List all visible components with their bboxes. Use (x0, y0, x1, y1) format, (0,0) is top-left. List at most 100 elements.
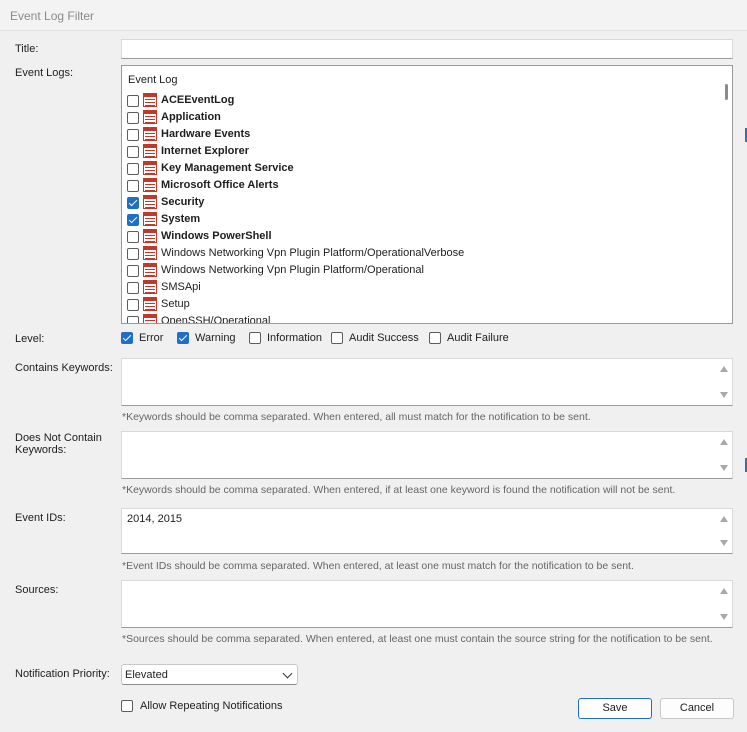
event-log-icon (143, 110, 157, 124)
event-log-icon (143, 263, 157, 277)
level-label-text: Warning (195, 332, 236, 344)
event-log-name: OpenSSH/Operational (161, 315, 271, 324)
event-log-list[interactable]: Event Log ACEEventLog Application Hardware… (121, 65, 733, 324)
contains-keywords-hint: *Keywords should be comma separated. Whe… (122, 411, 591, 423)
event-log-checkbox[interactable] (127, 95, 139, 107)
title-input[interactable] (121, 39, 733, 59)
event-log-name: System (161, 213, 201, 225)
allow-repeating-label: Allow Repeating Notifications (140, 700, 283, 712)
event-log-item[interactable]: Key Management Service (127, 160, 712, 177)
event-log-checkbox[interactable] (127, 282, 139, 294)
event-log-name: Windows PowerShell (161, 230, 272, 242)
event-log-item[interactable]: System (127, 211, 712, 228)
event-log-item[interactable]: OpenSSH/Operational (127, 313, 712, 324)
level-label-text: Audit Success (349, 332, 419, 344)
event-log-checkbox[interactable] (127, 214, 139, 226)
level-label: Level: (15, 333, 45, 345)
notification-priority-select[interactable]: Elevated (121, 664, 298, 685)
event-ids-hint: *Event IDs should be comma separated. Wh… (122, 560, 634, 572)
event-log-icon (143, 229, 157, 243)
event-log-name: Hardware Events (161, 128, 251, 140)
event-log-column-header: Event Log (128, 74, 178, 86)
event-log-icon (143, 212, 157, 226)
level-checkbox[interactable] (121, 332, 133, 344)
event-log-item[interactable]: SMSApi (127, 279, 712, 296)
scrollbar-thumb[interactable] (725, 84, 728, 100)
level-label-text: Audit Failure (447, 332, 509, 344)
event-log-checkbox[interactable] (127, 112, 139, 124)
event-log-item[interactable]: ACEEventLog (127, 92, 712, 109)
sources-hint: *Sources should be comma separated. When… (122, 633, 713, 645)
level-checkbox[interactable] (429, 332, 441, 344)
event-log-item[interactable]: Security (127, 194, 712, 211)
event-log-item[interactable]: Microsoft Office Alerts (127, 177, 712, 194)
event-log-checkbox[interactable] (127, 265, 139, 277)
event-log-icon (143, 314, 157, 323)
event-log-icon (143, 93, 157, 107)
event-log-icon (143, 161, 157, 175)
scroll-up-arrow-icon[interactable] (720, 366, 728, 372)
level-checkbox[interactable] (249, 332, 261, 344)
event-log-name: SMSApi (161, 281, 201, 293)
sources-input[interactable] (121, 580, 733, 628)
event-ids-input[interactable]: 2014, 2015 (121, 508, 733, 554)
scroll-up-arrow-icon[interactable] (720, 516, 728, 522)
does-not-contain-label: Does Not Contain Keywords: (15, 432, 102, 456)
sources-label: Sources: (15, 584, 59, 596)
contains-keywords-scrollbar[interactable] (716, 359, 732, 405)
contains-keywords-input[interactable] (121, 358, 733, 406)
event-log-name: ACEEventLog (161, 94, 235, 106)
does-not-contain-input[interactable] (121, 431, 733, 479)
event-log-name: Key Management Service (161, 162, 294, 174)
scroll-up-arrow-icon[interactable] (720, 439, 728, 445)
event-log-name: Windows Networking Vpn Plugin Platform/O… (161, 264, 424, 276)
event-log-item[interactable]: Application (127, 109, 712, 126)
event-log-checkbox[interactable] (127, 316, 139, 323)
contains-keywords-label: Contains Keywords: (15, 362, 113, 374)
event-log-item[interactable]: Internet Explorer (127, 143, 712, 160)
event-log-item[interactable]: Windows Networking Vpn Plugin Platform/O… (127, 262, 712, 279)
notification-priority-label: Notification Priority: (15, 668, 110, 680)
save-button[interactable]: Save (578, 698, 652, 719)
chevron-down-icon (282, 668, 293, 679)
scroll-down-arrow-icon[interactable] (720, 614, 728, 620)
scroll-down-arrow-icon[interactable] (720, 465, 728, 471)
event-log-item[interactable]: Setup (127, 296, 712, 313)
scroll-down-arrow-icon[interactable] (720, 392, 728, 398)
event-log-icon (143, 144, 157, 158)
event-log-checkbox[interactable] (127, 231, 139, 243)
event-log-icon (143, 178, 157, 192)
notification-priority-value: Elevated (125, 669, 168, 681)
event-log-scrollbar[interactable] (718, 66, 732, 323)
level-label-text: Information (267, 332, 323, 344)
event-log-checkbox[interactable] (127, 146, 139, 158)
event-log-name: Setup (161, 298, 190, 310)
window-title: Event Log Filter (10, 9, 95, 23)
event-log-name: Internet Explorer (161, 145, 250, 157)
allow-repeating-checkbox[interactable] (121, 700, 133, 712)
does-not-contain-label-line1: Does Not Contain (15, 432, 102, 444)
does-not-contain-label-line2: Keywords: (15, 444, 67, 456)
scroll-down-arrow-icon[interactable] (720, 540, 728, 546)
event-log-checkbox[interactable] (127, 180, 139, 192)
event-log-checkbox[interactable] (127, 299, 139, 311)
event-log-item[interactable]: Windows Networking Vpn Plugin Platform/O… (127, 245, 712, 262)
cancel-button[interactable]: Cancel (660, 698, 734, 719)
title-bar: Event Log Filter (0, 0, 747, 31)
scroll-up-arrow-icon[interactable] (720, 588, 728, 594)
event-log-checkbox[interactable] (127, 129, 139, 141)
event-ids-scrollbar[interactable] (716, 509, 732, 553)
event-log-item[interactable]: Windows PowerShell (127, 228, 712, 245)
sources-scrollbar[interactable] (716, 581, 732, 627)
level-checkbox[interactable] (177, 332, 189, 344)
event-ids-value: 2014, 2015 (127, 513, 183, 525)
event-log-checkbox[interactable] (127, 163, 139, 175)
event-log-name: Application (161, 111, 221, 123)
event-log-checkbox[interactable] (127, 248, 139, 260)
does-not-contain-scrollbar[interactable] (716, 432, 732, 478)
event-log-icon (143, 297, 157, 311)
event-log-item[interactable]: Hardware Events (127, 126, 712, 143)
level-checkbox[interactable] (331, 332, 343, 344)
event-log-checkbox[interactable] (127, 197, 139, 209)
event-log-icon (143, 127, 157, 141)
